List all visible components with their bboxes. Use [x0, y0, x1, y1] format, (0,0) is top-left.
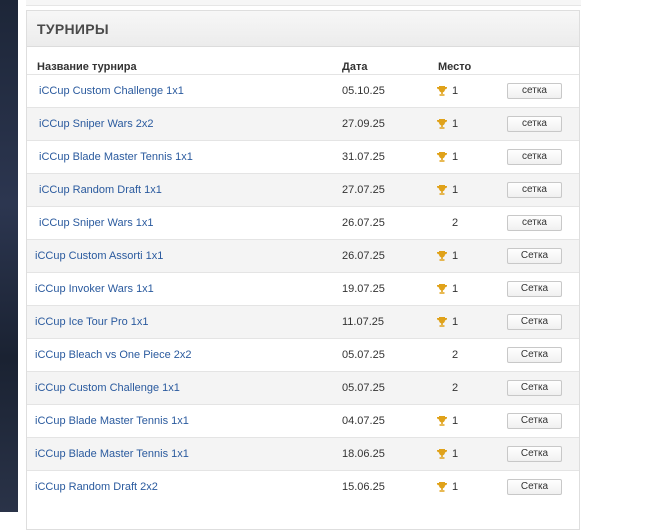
tournament-date: 18.06.25: [342, 448, 385, 460]
table-row: iCCup Ice Tour Pro 1x1 11.07.25 1 Сетка: [27, 305, 579, 338]
table-row: iCCup Random Draft 1x1 27.07.25 1 сетка: [27, 173, 579, 206]
tournament-name-link[interactable]: iCCup Ice Tour Pro 1x1: [35, 316, 149, 328]
tournament-name-link[interactable]: iCCup Blade Master Tennis 1x1: [35, 448, 189, 460]
page-background-left: [0, 0, 18, 512]
tournament-name-link[interactable]: iCCup Blade Master Tennis 1x1: [35, 415, 189, 427]
trophy-icon: [437, 482, 447, 492]
column-header-place: Место: [438, 61, 472, 73]
table-row: iCCup Invoker Wars 1x1 19.07.25 1 Сетка: [27, 272, 579, 305]
tournaments-panel: ТУРНИРЫ Название турнира Дата Место iCCu…: [26, 10, 580, 530]
table-row: iCCup Random Draft 2x2 15.06.25 1 Сетка: [27, 470, 579, 503]
trophy-icon: [437, 449, 447, 459]
trophy-icon: [437, 416, 447, 426]
tournaments-table: iCCup Custom Challenge 1x1 05.10.25 1 сетка…: [27, 74, 579, 503]
panel-header: [27, 11, 579, 47]
tournament-date: 19.07.25: [342, 283, 385, 295]
tournament-place: 1: [452, 118, 459, 130]
tournament-name-link[interactable]: iCCup Custom Challenge 1x1: [35, 382, 180, 394]
tournament-date: 05.07.25: [342, 349, 385, 361]
bracket-button[interactable]: Сетка: [507, 413, 562, 429]
table-row: iCCup Blade Master Tennis 1x1 31.07.25 1 се…: [27, 140, 579, 173]
tournament-date: 31.07.25: [342, 151, 385, 163]
tournament-name-link[interactable]: iCCup Random Draft 2x2: [35, 481, 158, 493]
bracket-button[interactable]: сетка: [507, 83, 562, 99]
tournament-date: 05.10.25: [342, 85, 385, 97]
trophy-icon: [437, 152, 447, 162]
bracket-button[interactable]: сетка: [507, 149, 562, 165]
table-row: iCCup Bleach vs One Piece 2x2 05.07.25 2 Се…: [27, 338, 579, 371]
trophy-icon: [437, 284, 447, 294]
tournament-date: 26.07.25: [342, 217, 385, 229]
bracket-button[interactable]: Сетка: [507, 314, 562, 330]
tournament-place: 1: [452, 184, 459, 196]
tournament-place: 1: [452, 151, 459, 163]
tournament-name-link[interactable]: iCCup Invoker Wars 1x1: [35, 283, 154, 295]
bracket-button[interactable]: сетка: [507, 215, 562, 231]
tournament-name-link[interactable]: iCCup Blade Master Tennis 1x1: [39, 151, 193, 163]
column-header-name: Название турнира: [37, 61, 137, 73]
panel-title: ТУРНИРЫ: [37, 21, 109, 37]
tournament-place: 1: [452, 481, 459, 493]
tournament-date: 15.06.25: [342, 481, 385, 493]
trophy-icon: [437, 185, 447, 195]
table-row: iCCup Blade Master Tennis 1x1 04.07.25 1 Се…: [27, 404, 579, 437]
tournament-date: 27.09.25: [342, 118, 385, 130]
tournament-date: 11.07.25: [342, 316, 385, 328]
top-strip: [26, 0, 581, 6]
trophy-icon: [437, 317, 447, 327]
bracket-button[interactable]: Сетка: [507, 380, 562, 396]
table-row: iCCup Custom Assorti 1x1 26.07.25 1 Сетка: [27, 239, 579, 272]
tournament-date: 27.07.25: [342, 184, 385, 196]
table-row: iCCup Custom Challenge 1x1 05.10.25 1 сетка: [27, 74, 579, 107]
trophy-icon: [437, 86, 447, 96]
tournament-place: 2: [452, 349, 459, 361]
bracket-button[interactable]: Сетка: [507, 446, 562, 462]
tournament-place: 2: [452, 217, 459, 229]
bracket-button[interactable]: Сетка: [507, 347, 562, 363]
tournament-place: 1: [452, 316, 459, 328]
tournament-name-link[interactable]: iCCup Sniper Wars 2x2: [39, 118, 154, 130]
tournament-place: 1: [452, 448, 459, 460]
bracket-button[interactable]: Сетка: [507, 479, 562, 495]
trophy-icon: [437, 251, 447, 261]
tournament-name-link[interactable]: iCCup Sniper Wars 1x1: [39, 217, 154, 229]
trophy-icon: [437, 119, 447, 129]
bracket-button[interactable]: Сетка: [507, 248, 562, 264]
tournament-place: 1: [452, 85, 459, 97]
table-row: iCCup Custom Challenge 1x1 05.07.25 2 Сетка: [27, 371, 579, 404]
bracket-button[interactable]: Сетка: [507, 281, 562, 297]
tournament-place: 1: [452, 283, 459, 295]
table-row: iCCup Blade Master Tennis 1x1 18.06.25 1 Се…: [27, 437, 579, 470]
bracket-button[interactable]: сетка: [507, 116, 562, 132]
tournament-date: 26.07.25: [342, 250, 385, 262]
tournament-name-link[interactable]: iCCup Custom Assorti 1x1: [35, 250, 163, 262]
bracket-button[interactable]: сетка: [507, 182, 562, 198]
tournament-date: 05.07.25: [342, 382, 385, 394]
tournament-date: 04.07.25: [342, 415, 385, 427]
table-row: iCCup Sniper Wars 2x2 27.09.25 1 сетка: [27, 107, 579, 140]
table-row: iCCup Sniper Wars 1x1 26.07.25 2 сетка: [27, 206, 579, 239]
tournament-name-link[interactable]: iCCup Random Draft 1x1: [39, 184, 162, 196]
column-header-date: Дата: [342, 61, 368, 73]
tournament-place: 1: [452, 250, 459, 262]
tournament-name-link[interactable]: iCCup Bleach vs One Piece 2x2: [35, 349, 192, 361]
tournament-place: 1: [452, 415, 459, 427]
tournament-place: 2: [452, 382, 459, 394]
tournament-name-link[interactable]: iCCup Custom Challenge 1x1: [39, 85, 184, 97]
